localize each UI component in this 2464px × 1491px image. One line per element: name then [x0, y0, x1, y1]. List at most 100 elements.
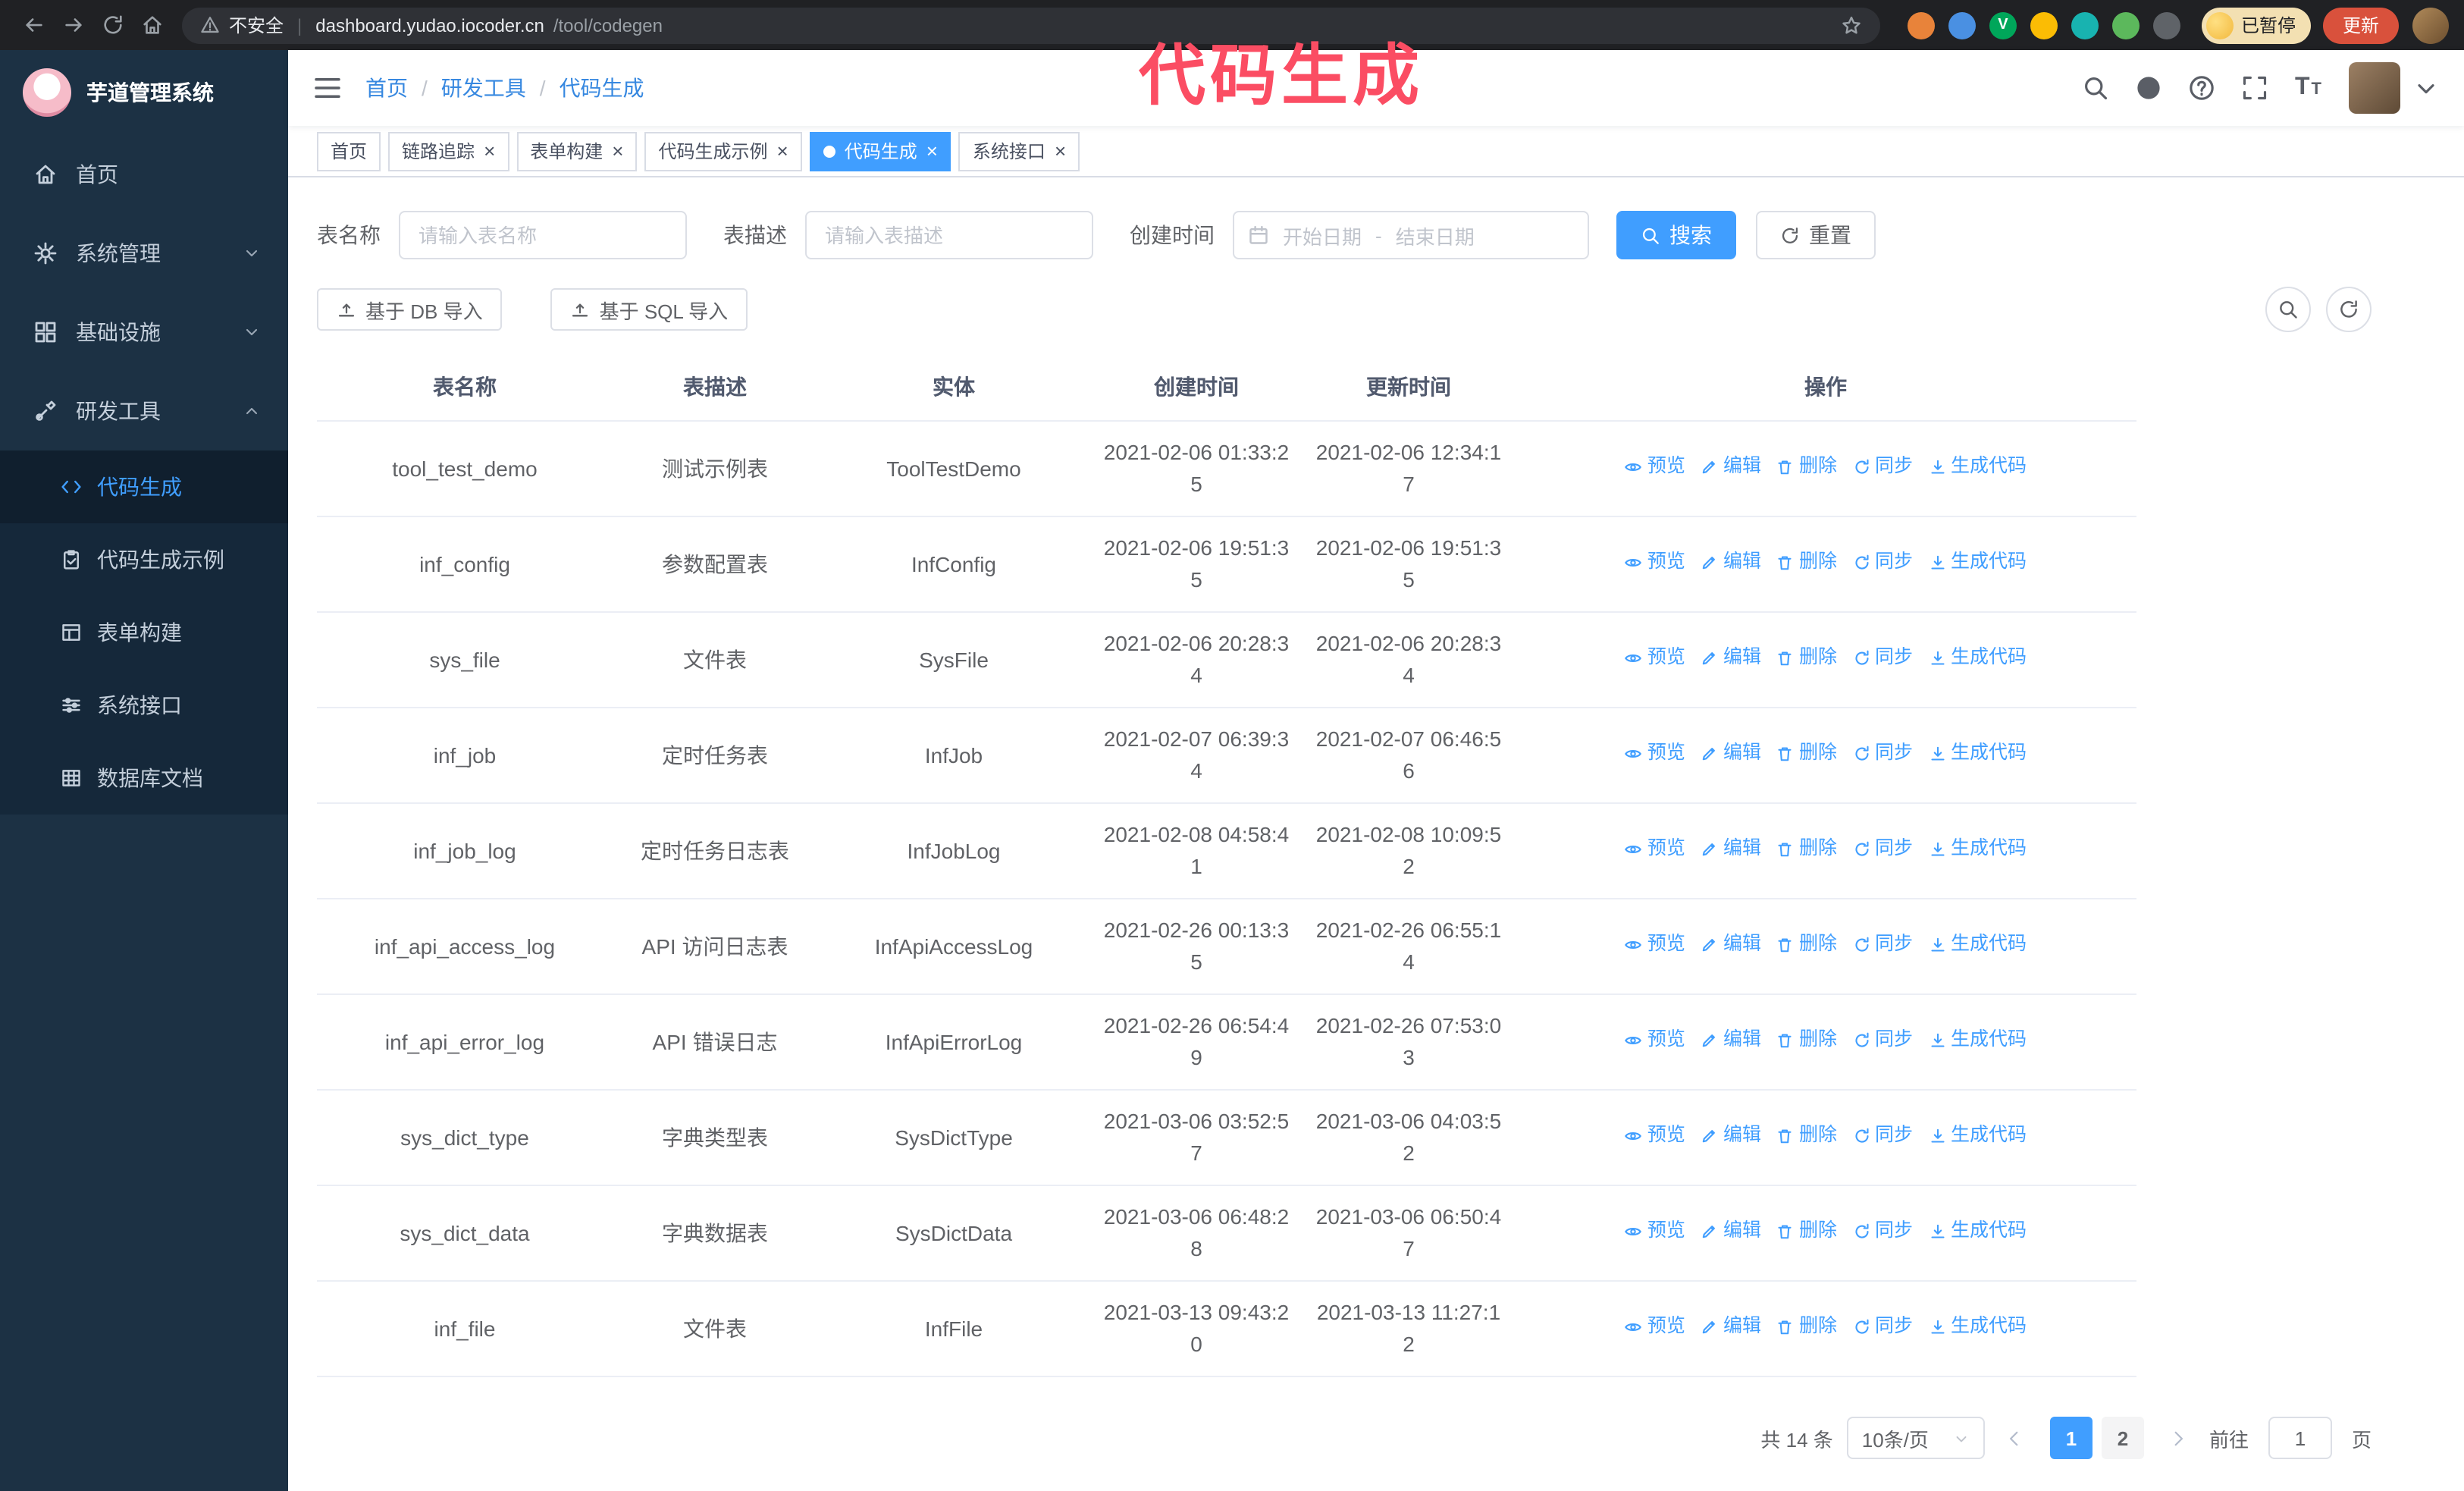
action-delete[interactable]: 删除 [1776, 644, 1837, 673]
search-icon[interactable] [2083, 74, 2110, 102]
action-edit[interactable]: 编辑 [1701, 1026, 1761, 1055]
action-sync[interactable]: 同步 [1852, 1122, 1913, 1150]
update-button[interactable]: 更新 [2322, 7, 2399, 43]
goto-page-input[interactable] [2268, 1417, 2332, 1459]
refresh-table-button[interactable] [2326, 287, 2372, 332]
action-sync[interactable]: 同步 [1852, 1217, 1913, 1246]
action-delete[interactable]: 删除 [1776, 548, 1837, 577]
action-preview[interactable]: 预览 [1625, 1217, 1685, 1246]
extension-icon-5[interactable] [2071, 11, 2099, 39]
action-generate[interactable]: 生成代码 [1928, 1313, 2027, 1342]
action-preview[interactable]: 预览 [1625, 453, 1685, 482]
action-generate[interactable]: 生成代码 [1928, 835, 2027, 864]
action-preview[interactable]: 预览 [1625, 835, 1685, 864]
tab-system-api[interactable]: 系统接口 [958, 131, 1080, 171]
action-preview[interactable]: 预览 [1625, 644, 1685, 673]
search-button[interactable]: 搜索 [1616, 211, 1736, 259]
sidebar-item-system[interactable]: 系统管理 [0, 214, 288, 293]
profile-paused-badge[interactable]: 已暂停 [2201, 7, 2311, 43]
breadcrumb-item[interactable]: 首页 [365, 73, 408, 103]
action-delete[interactable]: 删除 [1776, 931, 1837, 959]
action-generate[interactable]: 生成代码 [1928, 1217, 2027, 1246]
action-edit[interactable]: 编辑 [1701, 548, 1761, 577]
reset-button[interactable]: 重置 [1756, 211, 1876, 259]
action-generate[interactable]: 生成代码 [1928, 548, 2027, 577]
hamburger-icon[interactable] [312, 73, 343, 103]
tab-codegen-example[interactable]: 代码生成示例 [644, 131, 802, 171]
action-preview[interactable]: 预览 [1625, 739, 1685, 768]
action-sync[interactable]: 同步 [1852, 548, 1913, 577]
action-edit[interactable]: 编辑 [1701, 453, 1761, 482]
action-generate[interactable]: 生成代码 [1928, 453, 2027, 482]
action-edit[interactable]: 编辑 [1701, 1313, 1761, 1342]
bookmark-star-icon[interactable] [1841, 14, 1862, 36]
caret-down-icon[interactable] [2412, 74, 2440, 102]
browser-avatar[interactable] [2412, 7, 2449, 43]
action-sync[interactable]: 同步 [1852, 644, 1913, 673]
close-icon[interactable] [484, 141, 495, 161]
user-avatar[interactable] [2349, 62, 2400, 114]
action-sync[interactable]: 同步 [1852, 931, 1913, 959]
help-icon[interactable] [2189, 74, 2216, 102]
page-button-2[interactable]: 2 [2101, 1417, 2144, 1459]
next-page-button[interactable] [2162, 1417, 2196, 1459]
action-generate[interactable]: 生成代码 [1928, 931, 2027, 959]
extension-icon-4[interactable] [2030, 11, 2058, 39]
breadcrumb-item[interactable]: 研发工具 [441, 73, 526, 103]
action-sync[interactable]: 同步 [1852, 1313, 1913, 1342]
action-generate[interactable]: 生成代码 [1928, 644, 2027, 673]
import-db-button[interactable]: 基于 DB 导入 [317, 288, 503, 331]
table-desc-input[interactable] [805, 211, 1093, 259]
sidebar-item-db-doc[interactable]: 数据库文档 [0, 742, 288, 815]
action-edit[interactable]: 编辑 [1701, 1122, 1761, 1150]
action-delete[interactable]: 删除 [1776, 835, 1837, 864]
reload-button[interactable] [94, 7, 130, 43]
action-preview[interactable]: 预览 [1625, 931, 1685, 959]
action-generate[interactable]: 生成代码 [1928, 739, 2027, 768]
forward-button[interactable] [55, 7, 91, 43]
fullscreen-icon[interactable] [2242, 74, 2269, 102]
prev-page-button[interactable] [1998, 1417, 2032, 1459]
import-sql-button[interactable]: 基于 SQL 导入 [550, 288, 748, 331]
extension-icon-7[interactable] [2152, 11, 2180, 39]
extension-icon-2[interactable] [1948, 11, 1976, 39]
action-delete[interactable]: 删除 [1776, 1122, 1837, 1150]
action-preview[interactable]: 预览 [1625, 1313, 1685, 1342]
action-preview[interactable]: 预览 [1625, 548, 1685, 577]
action-generate[interactable]: 生成代码 [1928, 1122, 2027, 1150]
extension-icon-3[interactable]: V [1989, 11, 2017, 39]
home-button[interactable] [133, 7, 170, 43]
sidebar-item-codegen[interactable]: 代码生成 [0, 450, 288, 523]
action-preview[interactable]: 预览 [1625, 1122, 1685, 1150]
tab-codegen[interactable]: 代码生成 [809, 131, 951, 171]
action-edit[interactable]: 编辑 [1701, 644, 1761, 673]
extension-icon-1[interactable] [1907, 11, 1935, 39]
table-name-input[interactable] [399, 211, 687, 259]
sidebar-item-system-api[interactable]: 系统接口 [0, 669, 288, 742]
date-range-picker[interactable]: 开始日期 - 结束日期 [1233, 211, 1589, 259]
action-delete[interactable]: 删除 [1776, 453, 1837, 482]
action-delete[interactable]: 删除 [1776, 1217, 1837, 1246]
action-delete[interactable]: 删除 [1776, 739, 1837, 768]
action-preview[interactable]: 预览 [1625, 1026, 1685, 1055]
close-icon[interactable] [926, 141, 938, 161]
close-icon[interactable] [1055, 141, 1066, 161]
sidebar-item-infra[interactable]: 基础设施 [0, 293, 288, 372]
action-generate[interactable]: 生成代码 [1928, 1026, 2027, 1055]
toggle-search-button[interactable] [2265, 287, 2311, 332]
action-edit[interactable]: 编辑 [1701, 1217, 1761, 1246]
tab-form-builder[interactable]: 表单构建 [516, 131, 638, 171]
action-sync[interactable]: 同步 [1852, 835, 1913, 864]
close-icon[interactable] [612, 141, 623, 161]
sidebar-item-devtools[interactable]: 研发工具 [0, 372, 288, 450]
sidebar-item-codegen-example[interactable]: 代码生成示例 [0, 523, 288, 596]
action-sync[interactable]: 同步 [1852, 739, 1913, 768]
breadcrumb-item[interactable]: 代码生成 [560, 73, 644, 103]
sidebar-item-home[interactable]: 首页 [0, 135, 288, 214]
github-icon[interactable] [2136, 74, 2163, 102]
action-sync[interactable]: 同步 [1852, 453, 1913, 482]
extension-icon-6[interactable] [2111, 11, 2140, 39]
close-icon[interactable] [777, 141, 788, 161]
action-sync[interactable]: 同步 [1852, 1026, 1913, 1055]
sidebar-item-form-builder[interactable]: 表单构建 [0, 596, 288, 669]
